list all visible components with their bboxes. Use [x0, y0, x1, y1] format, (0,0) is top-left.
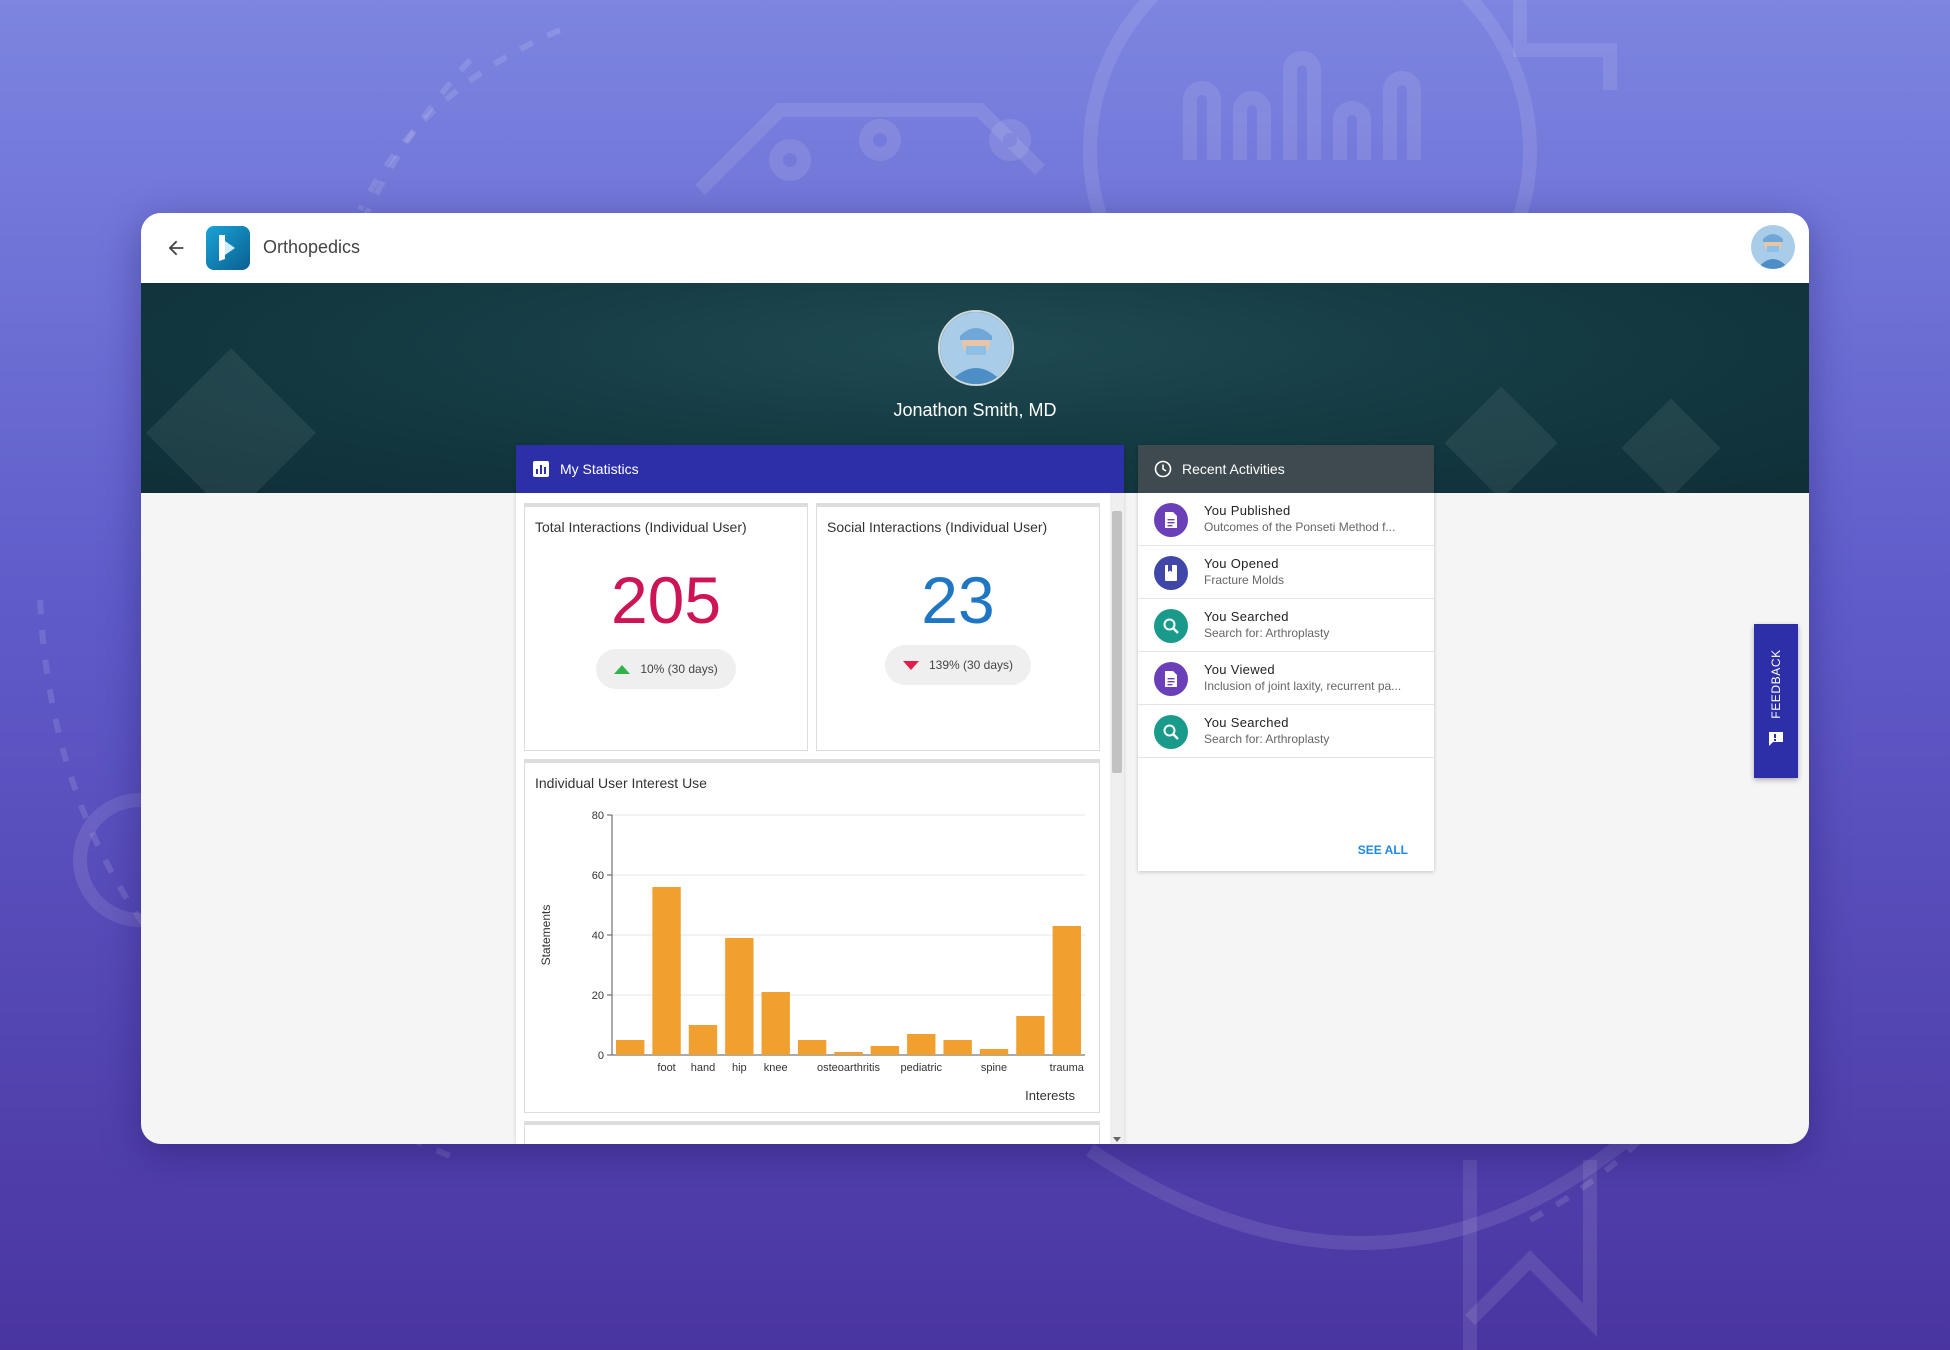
profile-name: Jonathon Smith, MD — [893, 400, 1057, 420]
x-axis-label: Interests — [1025, 1088, 1075, 1103]
social-interactions-title: Social Interactions (Individual User) — [827, 519, 1048, 535]
profile-avatar[interactable] — [938, 310, 1014, 386]
trend-down-icon — [902, 660, 919, 670]
x-tick-label: spine — [981, 1062, 1007, 1074]
recent-activities-header: Recent Activities — [1138, 445, 1434, 493]
document-icon — [1154, 503, 1188, 537]
total-interactions-change-text: 10% (30 days) — [640, 662, 718, 676]
total-interactions-change: 10% (30 days) — [596, 649, 736, 689]
chart-bar — [1052, 926, 1081, 1055]
activity-subtitle: Fracture Molds — [1204, 573, 1285, 587]
scroll-down-arrow-icon[interactable] — [1113, 1137, 1121, 1142]
activity-title: You Viewed — [1204, 662, 1275, 677]
statistics-header: My Statistics — [516, 445, 1124, 493]
chart-bar — [834, 1052, 863, 1055]
search-icon — [1154, 715, 1188, 749]
chart-bar — [652, 887, 681, 1055]
user-photo-icon — [1751, 225, 1795, 269]
activity-subtitle: Outcomes of the Ponseti Method f... — [1204, 520, 1396, 534]
interest-bar-chart: 0 20 40 60 80 foot hand hip knee osteoarthritis pe… — [539, 810, 1085, 1103]
bar-chart-icon — [532, 460, 550, 478]
activity-item[interactable]: You Opened Fracture Molds — [1138, 546, 1434, 599]
total-interactions-card: Total Interactions (Individual User) 205… — [524, 503, 808, 751]
next-card — [524, 1121, 1100, 1144]
total-interactions-value: 205 — [610, 563, 722, 637]
chart-bar — [979, 1049, 1009, 1055]
activity-item[interactable]: You Published Outcomes of the Ponseti Met… — [1138, 493, 1434, 546]
activity-title: You Searched — [1204, 715, 1289, 730]
x-tick-label: hip — [732, 1062, 747, 1074]
y-tick-label: 80 — [592, 810, 604, 822]
activity-item[interactable]: You Searched Search for: Arthroplasty — [1138, 705, 1434, 758]
x-tick-label: osteoarthritis — [817, 1062, 880, 1074]
chart-bar — [761, 992, 790, 1055]
clock-icon — [1154, 460, 1172, 478]
feedback-button[interactable]: FEEDBACK — [1754, 624, 1798, 778]
app-logo — [206, 226, 250, 270]
document-icon — [1154, 662, 1188, 696]
chart-title: Individual User Interest Use — [535, 775, 707, 791]
activity-title: You Opened — [1204, 556, 1279, 571]
x-tick-label: knee — [764, 1062, 788, 1074]
y-tick-label: 40 — [592, 930, 604, 942]
book-icon — [1154, 556, 1188, 590]
chart-bar — [725, 938, 754, 1055]
app-window: Orthopedics Jonathon Smith, MD My Statis… — [141, 213, 1809, 1144]
y-tick-label: 20 — [592, 990, 604, 1002]
x-tick-label: trauma — [1050, 1062, 1085, 1074]
see-all-link[interactable]: SEE ALL — [1358, 843, 1408, 857]
activity-list: You Published Outcomes of the Ponseti Met… — [1138, 493, 1434, 758]
total-interactions-title: Total Interactions (Individual User) — [535, 519, 747, 535]
chart-bar — [688, 1025, 718, 1055]
social-interactions-value: 23 — [921, 563, 995, 637]
trend-up-icon — [614, 664, 631, 674]
chart-bar — [616, 1040, 645, 1055]
top-bar: Orthopedics — [141, 213, 1809, 283]
x-tick-label: foot — [657, 1062, 675, 1074]
x-tick-label: pediatric — [900, 1062, 942, 1074]
feedback-label: FEEDBACK — [1769, 649, 1783, 719]
scroll-thumb[interactable] — [1112, 511, 1122, 773]
social-interactions-change-text: 139% (30 days) — [928, 658, 1014, 672]
recent-activities-panel: Recent Activities You Published Outcomes … — [1138, 445, 1434, 871]
app-title: Orthopedics — [263, 237, 361, 257]
interest-chart-card: Individual User Interest Use 0 20 40 60 80 fo… — [524, 759, 1100, 1113]
activity-title: You Searched — [1204, 609, 1289, 624]
chart-bar — [907, 1034, 936, 1055]
y-tick-label: 0 — [598, 1050, 604, 1062]
activity-item[interactable]: You Viewed Inclusion of joint laxity, rec… — [1138, 652, 1434, 705]
chart-bar — [943, 1040, 972, 1055]
social-interactions-card: Social Interactions (Individual User) 23… — [816, 503, 1100, 751]
statistics-title: My Statistics — [560, 461, 639, 477]
statistics-panel: My Statistics Total Interactions (Indivi… — [516, 445, 1124, 1144]
back-button[interactable] — [159, 231, 193, 265]
activity-title: You Published — [1204, 503, 1291, 518]
social-interactions-change: 139% (30 days) — [885, 645, 1031, 685]
activity-subtitle: Search for: Arthroplasty — [1204, 732, 1330, 746]
activity-subtitle: Inclusion of joint laxity, recurrent pa.… — [1204, 679, 1402, 693]
feedback-icon — [1769, 732, 1783, 746]
x-tick-label: hand — [691, 1062, 715, 1074]
arrow-left-icon — [168, 240, 184, 256]
chart-bar — [1016, 1016, 1045, 1055]
logo-icon — [219, 235, 235, 261]
profile-photo-icon — [940, 312, 1012, 384]
search-icon — [1154, 609, 1188, 643]
chart-bar — [870, 1046, 900, 1055]
y-tick-label: 60 — [592, 870, 604, 882]
user-avatar[interactable] — [1751, 225, 1795, 269]
recent-activities-title: Recent Activities — [1182, 461, 1285, 477]
activity-subtitle: Search for: Arthroplasty — [1204, 626, 1330, 640]
y-axis-label: Statements — [539, 905, 553, 966]
stats-scrollbar[interactable] — [1110, 493, 1124, 1144]
activity-item[interactable]: You Searched Search for: Arthroplasty — [1138, 599, 1434, 652]
chart-bar — [797, 1040, 827, 1055]
